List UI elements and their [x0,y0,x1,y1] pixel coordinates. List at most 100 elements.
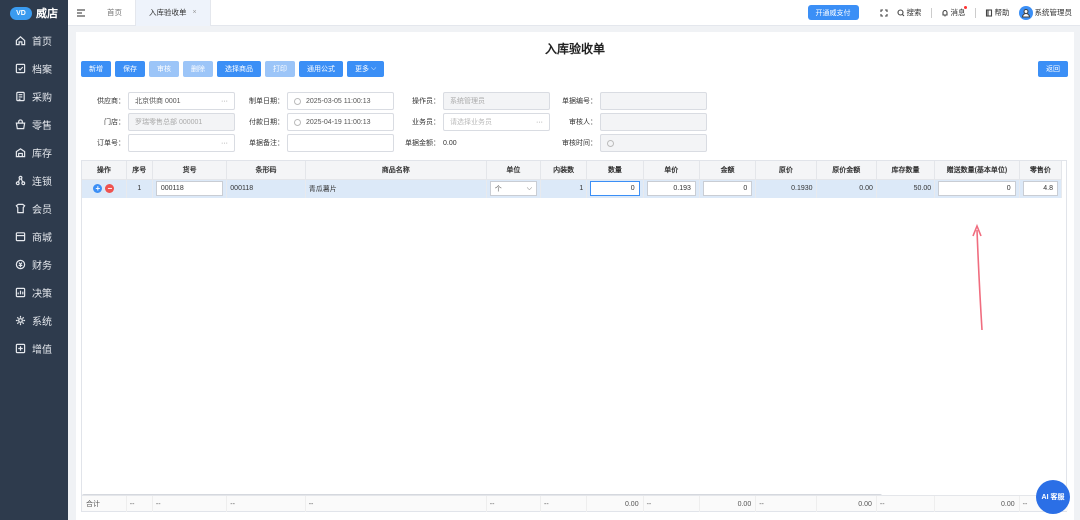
top-bar: 首页 入库验收单 × 开通威支付 搜索 消息 帮助 系统管理员 [68,0,1080,26]
sidebar-item-system[interactable]: 系统 [0,306,68,334]
messages-button[interactable]: 消息 [941,6,967,18]
unit-select[interactable]: 个 ⌵ [489,181,538,197]
audit-button[interactable]: 审核 [149,61,179,77]
qty-input[interactable]: 0 [590,181,640,197]
add-button[interactable]: 新增 [81,61,111,77]
summary-dash: -- [305,496,487,512]
summary-dash: -- [540,496,588,512]
sidebar-item-label: 首页 [32,36,52,48]
more-dots-icon[interactable]: ··· [221,140,228,147]
operator-label: 操作员： [412,98,440,105]
sidebar-item-member[interactable]: 会员 [0,194,68,222]
page-title: 入库验收单 [544,42,605,56]
tab-home[interactable]: 首页 [94,0,135,26]
add-row-icon[interactable]: + [93,184,103,194]
summary-dash: -- [152,496,228,512]
column-header: 金额 [699,161,757,180]
addon-icon [14,342,26,354]
user-name: 系统管理员 [1034,8,1073,17]
sidebar-item-retail[interactable]: 零售 [0,110,68,138]
toolbar: 新增 保存 审核 删除 选择商品 打印 通用公式 更多 ⌵ [81,61,385,77]
barcode-cell: 000118 [226,179,306,198]
sidebar-item-label: 连锁 [32,176,52,188]
delete-button[interactable]: 删除 [183,61,213,77]
sidebar-item-label: 决策 [32,288,52,300]
store-field: 罗瑞零售总部 000001 [128,113,235,131]
sidebar-item-purchase[interactable]: 采购 [0,82,68,110]
logo[interactable]: VD 威店 [0,0,68,26]
tab-close-icon[interactable]: × [193,9,197,16]
order-no-label: 订单号： [97,140,125,147]
product-name-cell: 青瓜薯片 [305,179,487,198]
more-button[interactable]: 更多 ⌵ [347,61,385,77]
tab-home-label: 首页 [107,8,122,17]
code-input[interactable]: 000118 [155,181,224,197]
back-button[interactable]: 返回 [1038,61,1068,77]
notification-dot [963,6,967,9]
amount-input[interactable]: 0 [702,181,753,197]
logo-mark: VD [10,6,32,20]
save-button[interactable]: 保存 [115,61,145,77]
salesman-field[interactable]: 请选择业务员 ··· [443,113,550,131]
sidebar-item-addon[interactable]: 增值 [0,334,68,362]
ai-service-button[interactable]: AI 客服 [1036,480,1070,514]
tab-current[interactable]: 入库验收单 × [135,0,211,26]
price-input[interactable]: 0.193 [646,181,696,197]
help-button[interactable]: 帮助 [985,7,1010,18]
fullscreen-icon[interactable] [879,8,888,17]
table-row[interactable]: + − 1 000118 000118 青瓜薯片 个 ⌵ 1 0 0.193 0 0… [82,179,1063,198]
audit-time-field [600,134,707,152]
summary-orig-amount: 0.00 [816,496,877,512]
goods-table: 操作 序号 货号 条形码 商品名称 单位 内装数 数量 单价 金额 原价 原价金额 库存数量 赠送数量(基… [81,160,1068,512]
supplier-field[interactable]: 北京供商 0001 ··· [128,92,235,110]
remark-field[interactable] [287,134,394,152]
sidebar-item-inventory[interactable]: 库存 [0,138,68,166]
app-name: 威店 [36,8,58,20]
remove-row-icon[interactable]: − [105,184,115,194]
summary-row: 合计 -- -- -- -- -- -- 0.00 -- 0.00 -- 0.0… [82,495,1068,512]
sidebar-item-archive[interactable]: 档案 [0,54,68,82]
avatar [1018,5,1033,20]
sidebar: VD 威店 首页档案采购 零售 库存连锁会员 商城 财务决策系统增值 [0,0,68,520]
pay-date-field[interactable]: 2025-04-19 11:00:13 [287,113,394,131]
stock-cell: 50.00 [876,179,936,198]
sidebar-item-finance[interactable]: 财务 [0,250,68,278]
mall-icon [14,230,26,242]
supplier-value: 北京供商 0001 [135,98,181,105]
column-header: 商品名称 [305,161,487,180]
supplier-label: 供应商： [97,98,125,105]
more-dots-icon[interactable]: ··· [536,119,543,126]
open-pay-button[interactable]: 开通威支付 [807,5,859,20]
sidebar-item-decision[interactable]: 决策 [0,278,68,306]
system-icon [14,314,26,326]
gift-input[interactable]: 0 [938,181,1016,197]
menu-toggle-icon[interactable] [68,8,94,18]
home-icon [14,34,26,46]
sidebar-item-label: 增值 [32,344,52,356]
column-header: 序号 [126,161,153,180]
salesman-label: 业务员： [412,119,440,126]
summary-label: 合计 [82,496,127,512]
sidebar-item-home[interactable]: 首页 [0,26,68,54]
search-button[interactable]: 搜索 [896,7,922,18]
sidebar-item-label: 档案 [32,64,52,76]
make-date-field[interactable]: 2025-03-05 11:00:13 [287,92,394,110]
print-button[interactable]: 打印 [265,61,295,77]
sidebar-item-chain[interactable]: 连锁 [0,166,68,194]
search-icon [896,8,904,16]
more-dots-icon[interactable]: ··· [221,98,228,105]
column-header: 库存数量 [876,161,936,180]
auditor-field [600,113,707,131]
column-header: 内装数 [540,161,588,180]
user-menu[interactable]: 系统管理员 [1018,5,1073,20]
auditor-label: 审核人： [569,119,597,126]
clock-icon [294,97,301,105]
order-no-field[interactable]: ··· [128,134,235,152]
column-header: 单价 [643,161,700,180]
formula-button[interactable]: 通用公式 [299,61,343,77]
select-goods-button[interactable]: 选择商品 [217,61,261,77]
retail-input[interactable]: 4.8 [1022,181,1058,197]
pack-cell: 1 [540,179,588,198]
sidebar-item-mall[interactable]: 商城 [0,222,68,250]
amount-value: 0.00 [443,139,457,147]
